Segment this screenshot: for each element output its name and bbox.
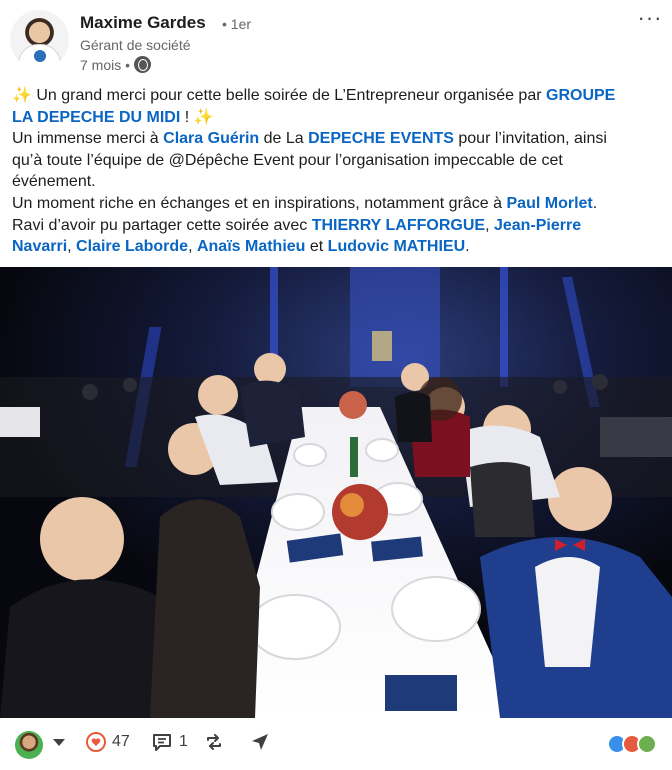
mention-anais-mathieu[interactable]: Anaïs Mathieu xyxy=(197,238,305,255)
post-actions-bar: 47 1 xyxy=(0,720,672,770)
text-segment: Un grand merci pour cette belle soirée d… xyxy=(31,87,546,104)
repost-button[interactable] xyxy=(204,732,224,752)
sparkles-icon: ✨ xyxy=(12,87,32,104)
post-photo[interactable] xyxy=(0,267,672,718)
like-count: 47 xyxy=(112,733,130,750)
globe-icon xyxy=(134,56,152,73)
mention-thierry-lafforgue[interactable]: THIERRY LAFFORGUE xyxy=(312,217,485,234)
text-segment: Un moment riche en échanges et en inspir… xyxy=(12,194,507,212)
text-segment: . xyxy=(592,194,598,212)
chevron-down-icon[interactable] xyxy=(53,739,65,746)
mention-jean-pierre[interactable]: Jean-Pierre xyxy=(494,217,581,234)
text-segment: Un immense merci à xyxy=(12,130,164,148)
mention-claire-laborde[interactable]: Claire Laborde xyxy=(76,238,188,255)
text-segment: ! xyxy=(180,108,194,126)
connection-degree: • 1er xyxy=(222,16,252,32)
text-line: événement. xyxy=(12,173,96,191)
mention-groupe[interactable]: GROUPE xyxy=(546,87,615,104)
more-options-button[interactable]: ··· xyxy=(636,7,664,36)
text-line: qu’à toute l’équipe de @Dépêche Event po… xyxy=(12,151,563,169)
comment-count: 1 xyxy=(179,733,188,750)
text-segment: et xyxy=(305,238,328,256)
repost-icon xyxy=(207,734,221,750)
mention-paul-morlet[interactable]: Paul Morlet xyxy=(507,195,593,212)
text-segment: pour l’invitation, ainsi xyxy=(453,130,607,148)
text-segment: , xyxy=(188,238,197,256)
text-segment: Ravi d’avoir pu partager cette soirée av… xyxy=(12,216,312,234)
post-header: Maxime Gardes • 1er Gérant de société 7 … xyxy=(0,0,672,78)
time-label: 7 mois • xyxy=(80,56,131,73)
post-text: ✨ Un grand merci pour cette belle soirée… xyxy=(12,85,660,258)
gala-dinner-photo xyxy=(0,267,672,718)
mention-depeche-events[interactable]: DEPECHE EVENTS xyxy=(308,130,454,147)
post-timestamp: 7 mois • xyxy=(80,56,152,73)
comment-icon xyxy=(153,734,171,751)
like-button[interactable]: 47 xyxy=(86,732,130,752)
mention-clara-guerin[interactable]: Clara Guérin xyxy=(163,130,259,147)
mention-la-depeche-du-midi[interactable]: LA DEPECHE DU MIDI xyxy=(12,109,180,126)
mention-ludovic-mathieu[interactable]: Ludovic MATHIEU xyxy=(328,238,465,255)
comment-button[interactable]: 1 xyxy=(151,732,188,752)
text-segment: , xyxy=(485,216,494,234)
current-user-avatar[interactable] xyxy=(15,731,43,759)
author-headline: Gérant de société xyxy=(80,37,191,53)
reaction-summary[interactable] xyxy=(607,734,657,754)
send-icon xyxy=(252,734,268,750)
heart-icon xyxy=(86,732,106,752)
mention-navarri[interactable]: Navarri xyxy=(12,238,67,255)
author-avatar[interactable] xyxy=(10,10,69,69)
send-button[interactable] xyxy=(250,732,270,752)
text-segment: . xyxy=(465,238,470,256)
celebrate-reaction-icon xyxy=(637,734,657,754)
text-segment: de La xyxy=(259,130,309,148)
text-segment: , xyxy=(67,238,77,256)
author-name[interactable]: Maxime Gardes xyxy=(80,13,206,33)
sparkles-icon: ✨ xyxy=(193,108,214,126)
